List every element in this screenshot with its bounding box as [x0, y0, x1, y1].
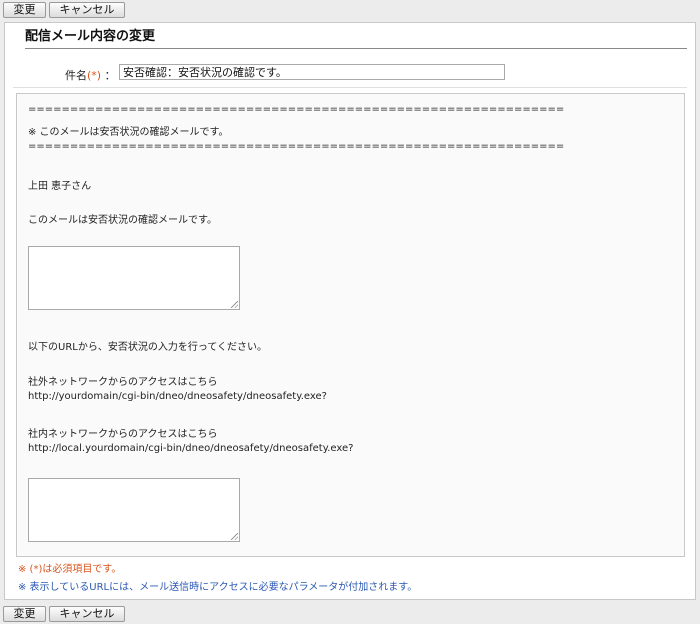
- free-text-area-1[interactable]: [28, 246, 240, 310]
- resize-grip-icon[interactable]: [231, 301, 238, 308]
- mail-body-area: ========================================…: [16, 93, 685, 557]
- subject-label-text: 件名: [65, 69, 87, 82]
- rule-bottom: ========================================…: [28, 141, 565, 152]
- body-message: このメールは安否状況の確認メールです。: [28, 215, 217, 226]
- internal-access-label: 社内ネットワークからのアクセスはこちら: [28, 429, 218, 440]
- change-button-bottom[interactable]: 変更: [3, 606, 46, 622]
- resize-grip-icon[interactable]: [231, 533, 238, 540]
- external-access-label: 社外ネットワークからのアクセスはこちら: [28, 377, 218, 388]
- body-headline: ※ このメールは安否状況の確認メールです。: [28, 127, 229, 138]
- external-url: http://yourdomain/cgi-bin/dneo/dneosafet…: [28, 391, 327, 402]
- rule-top: ========================================…: [28, 104, 565, 115]
- subject-row: 件名(*) ：: [5, 63, 695, 85]
- free-text-area-2[interactable]: [28, 478, 240, 542]
- subject-colon: ：: [104, 69, 116, 82]
- required-note: ※ (*)は必須項目です。: [18, 564, 122, 575]
- subject-label: 件名(*) ：: [65, 67, 116, 83]
- cancel-button-bottom[interactable]: キャンセル: [49, 606, 125, 622]
- required-mark: (*): [87, 69, 102, 82]
- internal-url: http://local.yourdomain/cgi-bin/dneo/dne…: [28, 443, 354, 454]
- row-divider: [13, 87, 687, 88]
- page-title: 配信メール内容の変更: [25, 29, 687, 49]
- edit-panel: 配信メール内容の変更 件名(*) ： =====================…: [4, 22, 696, 600]
- body-instruction: 以下のURLから、安否状況の入力を行ってください。: [28, 342, 268, 353]
- change-button-top[interactable]: 変更: [3, 2, 46, 18]
- subject-input[interactable]: [119, 64, 505, 80]
- url-param-note: ※ 表示しているURLには、メール送信時にアクセスに必要なパラメータが付加されま…: [18, 582, 418, 593]
- recipient-name: 上田 恵子さん: [28, 181, 92, 192]
- cancel-button-top[interactable]: キャンセル: [49, 2, 125, 18]
